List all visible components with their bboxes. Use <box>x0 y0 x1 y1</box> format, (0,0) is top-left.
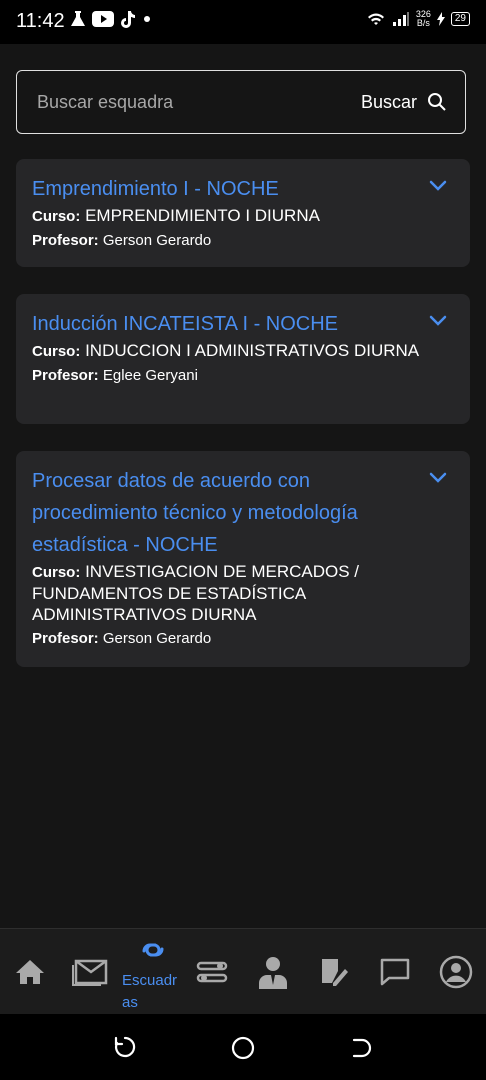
system-icons: 326 B/s 29 <box>366 10 470 28</box>
teacher-icon <box>259 957 287 989</box>
squad-title[interactable]: Procesar datos de acuerdo con procedimie… <box>32 465 454 561</box>
nav-home[interactable] <box>0 929 60 1015</box>
status-bar: 11:42 326 B/s 29 <box>0 0 486 44</box>
teacher-label: Profesor: <box>32 630 99 647</box>
dot-icon <box>144 16 150 22</box>
teacher-label: Profesor: <box>32 367 99 384</box>
system-nav-bar <box>0 1014 486 1080</box>
search-button-label: Buscar <box>360 91 417 112</box>
home-icon <box>16 960 44 984</box>
bottom-nav: Escuadras <box>0 928 486 1015</box>
squad-title[interactable]: Inducción INCATEISTA I - NOCHE <box>32 308 454 340</box>
chevron-down-icon[interactable] <box>428 471 448 485</box>
teacher-value: Gerson Gerardo <box>102 630 212 647</box>
grades-icon <box>322 959 348 986</box>
chevron-down-icon[interactable] <box>428 314 448 328</box>
course-label: Curso: <box>32 564 81 581</box>
teacher-value: Gerson Gerardo <box>102 232 212 249</box>
recent-apps-icon[interactable] <box>114 1036 136 1058</box>
net-speed-unit: B/s <box>416 18 430 28</box>
nav-grades[interactable] <box>304 929 364 1015</box>
squad-card[interactable]: Emprendimiento I - NOCHE Curso: EMPRENDI… <box>16 159 470 267</box>
squad-card[interactable]: Inducción INCATEISTA I - NOCHE Curso: IN… <box>16 294 470 424</box>
mail-icon <box>72 959 108 986</box>
nav-chat[interactable] <box>365 929 425 1015</box>
signal-icon <box>392 12 409 26</box>
chat-icon <box>380 958 410 986</box>
nav-teacher[interactable] <box>243 929 303 1015</box>
status-time: 11:42 <box>16 10 65 32</box>
charging-icon <box>436 12 445 26</box>
net-speed: 326 B/s <box>416 10 431 28</box>
teacher-value: Eglee Geryani <box>102 367 198 384</box>
squads-icon <box>142 943 164 957</box>
search-input[interactable] <box>17 90 361 114</box>
squad-course: Curso: INDUCCION I ADMINISTRATIVOS DIURN… <box>32 340 454 362</box>
nav-account[interactable] <box>426 929 486 1015</box>
routes-icon <box>196 961 228 983</box>
nav-messages[interactable] <box>60 929 120 1015</box>
tiktok-icon <box>121 11 135 28</box>
course-label: Curso: <box>32 208 81 225</box>
squad-card[interactable]: Procesar datos de acuerdo con procedimie… <box>16 451 470 667</box>
back-icon[interactable] <box>350 1036 372 1058</box>
squad-teacher: Profesor: Eglee Geryani <box>32 365 454 387</box>
nav-routes[interactable] <box>182 929 242 1015</box>
teacher-label: Profesor: <box>32 232 99 249</box>
squad-course: Curso: INVESTIGACION DE MERCADOS / FUNDA… <box>32 561 454 625</box>
course-value: INVESTIGACION DE MERCADOS / FUNDAMENTOS … <box>32 562 360 624</box>
chevron-down-icon[interactable] <box>428 179 448 193</box>
search-bar: Buscar <box>16 70 466 134</box>
flask-icon <box>71 11 85 26</box>
course-value: INDUCCION I ADMINISTRATIVOS DIURNA <box>85 341 420 360</box>
squad-title[interactable]: Emprendimiento I - NOCHE <box>32 173 454 205</box>
wifi-icon <box>367 13 384 25</box>
search-icon <box>428 93 446 111</box>
home-button-icon[interactable] <box>231 1036 255 1060</box>
account-icon <box>439 955 473 989</box>
squad-course: Curso: EMPRENDIMIENTO I DIURNA <box>32 205 454 227</box>
battery-level: 29 <box>450 12 470 26</box>
course-label: Curso: <box>32 343 81 360</box>
nav-squads-label: Escuadras <box>122 972 178 1011</box>
notification-icons <box>70 10 152 28</box>
youtube-icon <box>92 11 114 27</box>
squad-teacher: Profesor: Gerson Gerardo <box>32 628 454 650</box>
course-value: EMPRENDIMIENTO I DIURNA <box>85 206 320 225</box>
nav-squads[interactable]: Escuadras <box>118 937 188 1014</box>
search-button[interactable]: Buscar <box>361 92 447 113</box>
squad-teacher: Profesor: Gerson Gerardo <box>32 230 454 252</box>
